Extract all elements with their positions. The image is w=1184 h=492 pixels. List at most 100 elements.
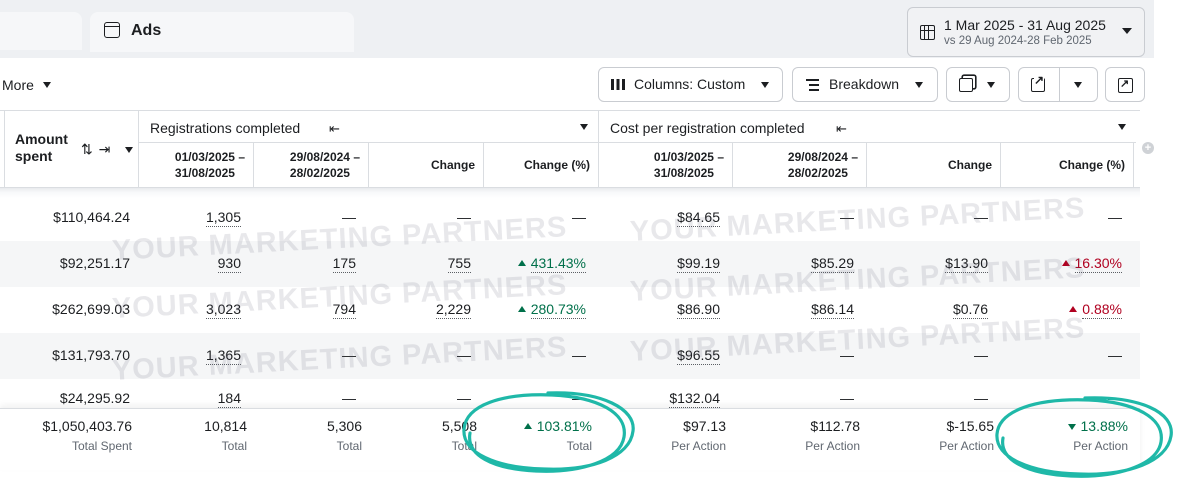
export-icon xyxy=(1031,73,1045,92)
cost-change-cell: — xyxy=(974,209,988,225)
compare-range-text: vs 29 Aug 2024-28 Feb 2025 xyxy=(944,35,1092,47)
total-reg-change: 5,508 Total xyxy=(441,418,477,453)
reg-current-cell[interactable]: 930 xyxy=(217,255,241,273)
date-range-text: 1 Mar 2025 - 31 Aug 2025 xyxy=(944,17,1106,33)
cost-change-pct-cell[interactable]: 0.88% xyxy=(1069,301,1122,319)
cost-previous-cell: — xyxy=(840,390,854,406)
table-row[interactable]: $262,699.03 3,023 794 2,229 280.73% $86.… xyxy=(0,287,1140,333)
chevron-down-icon[interactable] xyxy=(580,124,588,130)
chevron-down-icon xyxy=(1122,28,1132,34)
cost-previous-header[interactable]: 29/08/2024 – 28/02/2025 xyxy=(732,143,866,187)
reg-change-cell[interactable]: 755 xyxy=(447,255,471,273)
divider xyxy=(1059,68,1060,101)
cost-change-pct-cell: — xyxy=(1108,390,1122,406)
chart-button[interactable] xyxy=(1105,67,1145,102)
cost-current-header[interactable]: 01/03/2025 – 31/08/2025 xyxy=(598,143,732,187)
reg-change-cell: — xyxy=(457,347,471,363)
reg-change-pct-header[interactable]: Change (%) xyxy=(483,143,598,187)
amount-spent-header[interactable]: Amount spent ⇅ ⇥ xyxy=(4,111,138,187)
breakdown-label: Breakdown xyxy=(829,76,900,92)
trend-up-icon xyxy=(517,306,526,312)
sort-icon[interactable]: ⇅ ⇥ xyxy=(81,141,111,158)
total-cost-change: $-15.65 Per Action xyxy=(939,418,994,453)
reports-button[interactable] xyxy=(946,67,1010,102)
reg-change-pct-cell[interactable]: 280.73% xyxy=(517,301,586,319)
chart-icon xyxy=(1118,78,1133,93)
reg-current-cell[interactable]: 184 xyxy=(217,390,241,408)
breakdown-button[interactable]: Breakdown xyxy=(792,67,938,102)
amount-cell: $92,251.17 xyxy=(59,255,130,271)
reg-current-cell[interactable]: 1,365 xyxy=(205,347,241,365)
total-reg-previous: 5,306 Total xyxy=(326,418,362,453)
amount-cell: $131,793.70 xyxy=(52,347,130,363)
reg-previous-cell: — xyxy=(342,390,356,406)
cost-change-cell: — xyxy=(974,390,988,406)
cost-previous-cell[interactable]: $86.14 xyxy=(811,301,854,319)
reg-current-header-label: 01/03/2025 – 31/08/2025 xyxy=(174,150,245,180)
reg-change-header[interactable]: Change xyxy=(368,143,483,187)
reg-current-cell[interactable]: 1,305 xyxy=(205,209,241,227)
reg-previous-cell[interactable]: 175 xyxy=(332,255,356,273)
collapse-icon[interactable]: ⇤ xyxy=(329,121,340,137)
table-row[interactable]: $131,793.70 1,365 — — — $96.55 — — — xyxy=(0,333,1140,379)
cost-change-pct-cell: — xyxy=(1108,209,1122,225)
cost-previous-cell[interactable]: $85.29 xyxy=(811,255,854,273)
columns-button[interactable]: Columns: Custom xyxy=(598,67,783,102)
export-dropdown-chevron-icon[interactable] xyxy=(1074,82,1082,88)
reg-current-cell[interactable]: 3,023 xyxy=(205,301,241,319)
chevron-down-icon[interactable] xyxy=(1118,124,1126,130)
more-menu[interactable]: More xyxy=(2,77,51,93)
table-row[interactable]: $92,251.17 930 175 755 431.43% $99.19 $8… xyxy=(0,241,1140,287)
add-column-icon[interactable]: + xyxy=(1142,142,1154,154)
total-amount: $1,050,403.76 Total Spent xyxy=(42,418,132,453)
reg-previous-header[interactable]: 29/08/2024 – 28/02/2025 xyxy=(253,143,368,187)
reg-change-cell[interactable]: 2,229 xyxy=(435,301,471,319)
total-reg-change-pct: 103.81% Total xyxy=(523,417,592,455)
chevron-down-icon[interactable] xyxy=(125,147,133,153)
reg-change-cell: — xyxy=(457,390,471,406)
registrations-group-header[interactable]: Registrations completed ⇤ xyxy=(138,111,598,143)
reg-current-header[interactable]: 01/03/2025 – 31/08/2025 xyxy=(138,143,253,187)
cost-change-pct-cell[interactable]: 16.30% xyxy=(1061,255,1122,273)
chevron-down-icon xyxy=(761,82,769,88)
cost-current-cell[interactable]: $132.04 xyxy=(669,390,720,408)
cost-previous-header-label: 29/08/2024 – 28/02/2025 xyxy=(787,150,858,180)
reports-icon xyxy=(959,78,973,92)
cost-change-header[interactable]: Change xyxy=(866,143,1000,187)
reg-previous-cell: — xyxy=(342,209,356,225)
cost-current-cell[interactable]: $99.19 xyxy=(677,255,720,273)
cost-change-header-label: Change xyxy=(947,158,992,172)
cost-current-cell[interactable]: $86.90 xyxy=(677,301,720,319)
reg-change-pct-cell[interactable]: 431.43% xyxy=(517,255,586,273)
cost-change-cell[interactable]: $0.76 xyxy=(952,301,988,319)
cost-change-cell[interactable]: $13.90 xyxy=(945,255,988,273)
collapse-icon[interactable]: ⇤ xyxy=(836,121,847,137)
columns-icon xyxy=(611,79,625,90)
reg-change-header-label: Change xyxy=(430,158,475,172)
cost-current-cell[interactable]: $96.55 xyxy=(677,347,720,365)
cost-previous-cell: — xyxy=(840,347,854,363)
date-range-picker[interactable]: 1 Mar 2025 - 31 Aug 2025 vs 29 Aug 2024-… xyxy=(907,7,1145,57)
tab-ads-label: Ads xyxy=(131,22,162,39)
trend-up-icon xyxy=(523,423,532,429)
more-label: More xyxy=(2,77,34,93)
cost-current-cell[interactable]: $84.65 xyxy=(677,209,720,227)
breakdown-icon xyxy=(806,79,819,91)
cost-current-header-label: 01/03/2025 – 31/08/2025 xyxy=(653,150,724,180)
cost-group-header[interactable]: Cost per registration completed ⇤ xyxy=(598,111,1136,143)
total-cost-current: $97.13 Per Action xyxy=(671,418,726,453)
cost-change-pct-header[interactable]: Change (%) xyxy=(1000,143,1134,187)
tab-previous[interactable] xyxy=(0,12,82,50)
table-row[interactable]: $110,464.24 1,305 — — — $84.65 — — — xyxy=(0,195,1140,241)
cost-group-title: Cost per registration completed xyxy=(610,120,805,136)
reg-change-pct-header-label: Change (%) xyxy=(524,158,590,172)
reg-previous-cell[interactable]: 794 xyxy=(332,301,356,319)
amount-cell: $262,699.03 xyxy=(52,301,130,317)
calendar-icon xyxy=(920,25,935,40)
reg-previous-header-label: 29/08/2024 – 28/02/2025 xyxy=(289,150,360,180)
export-button[interactable] xyxy=(1018,67,1098,102)
amount-cell: $24,295.92 xyxy=(59,390,130,406)
reg-change-pct-cell: — xyxy=(572,390,586,406)
tab-ads[interactable]: Ads xyxy=(90,12,354,52)
cost-previous-cell: — xyxy=(840,209,854,225)
